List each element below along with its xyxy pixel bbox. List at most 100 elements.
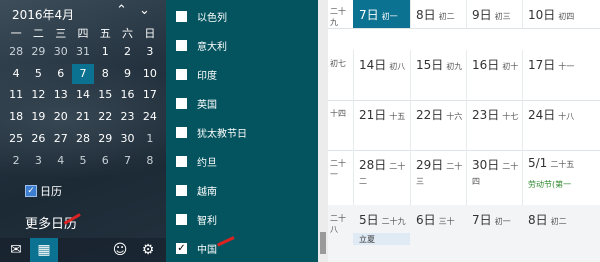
- day-cell[interactable]: 16: [116, 85, 138, 105]
- day-cell[interactable]: 1: [94, 42, 116, 62]
- scrollbar-track[interactable]: [318, 0, 328, 262]
- holiday-calendar-item[interactable]: 印度: [176, 65, 217, 83]
- checkbox-icon[interactable]: [176, 97, 187, 109]
- day-cell[interactable]: 3: [27, 151, 49, 171]
- day-cell-selected[interactable]: 7: [71, 63, 95, 84]
- day-cell[interactable]: 3: [139, 42, 161, 62]
- day-cell[interactable]: 7日 初一: [466, 205, 523, 262]
- day-cell[interactable]: 14日 初八: [353, 50, 411, 101]
- day-cell[interactable]: 21日 十五: [353, 100, 411, 151]
- day-cell[interactable]: 14: [72, 85, 94, 105]
- holiday-calendar-item[interactable]: ✓ 中国: [176, 239, 217, 257]
- mail-icon[interactable]: ✉: [2, 238, 30, 262]
- day-cell[interactable]: 24: [139, 107, 161, 127]
- day-cell[interactable]: 29: [27, 42, 49, 62]
- day-cell[interactable]: 十四: [328, 100, 354, 151]
- day-cell[interactable]: 9日 初三: [466, 0, 523, 29]
- holiday-event[interactable]: 立夏: [359, 234, 375, 245]
- holiday-calendar-item[interactable]: 越南: [176, 181, 217, 199]
- day-cell[interactable]: 2: [5, 151, 27, 171]
- holiday-calendar-item[interactable]: 犹太教节日: [176, 123, 247, 141]
- day-cell[interactable]: 13: [50, 85, 72, 105]
- day-cell[interactable]: 二十一: [328, 150, 354, 206]
- calendar-icon[interactable]: ▦: [30, 238, 58, 262]
- month-title[interactable]: 2016年4月: [12, 6, 74, 23]
- calendar-toggle[interactable]: ✓ 日历: [25, 183, 62, 199]
- day-cell[interactable]: 8日 初二: [522, 205, 600, 262]
- holiday-calendar-item[interactable]: 以色列: [176, 7, 227, 25]
- holiday-event[interactable]: 劳动节(第一: [528, 179, 571, 190]
- day-cell[interactable]: 6: [94, 151, 116, 171]
- day-cell[interactable]: 8: [94, 64, 116, 84]
- day-cell[interactable]: 26: [27, 129, 49, 149]
- day-cell[interactable]: 6: [50, 64, 72, 84]
- day-cell[interactable]: 17日 十一: [522, 50, 600, 101]
- day-cell[interactable]: 6日 三十: [410, 205, 467, 262]
- day-number: 十四: [330, 109, 346, 118]
- chevron-up-icon[interactable]: ⌃: [116, 3, 127, 18]
- more-calendars-link[interactable]: 更多日历: [25, 213, 77, 232]
- checkbox-icon[interactable]: [176, 39, 187, 51]
- day-cell[interactable]: 5: [27, 64, 49, 84]
- holiday-calendar-item[interactable]: 意大利: [176, 36, 227, 54]
- holiday-calendar-item[interactable]: 约旦: [176, 152, 217, 170]
- day-cell[interactable]: 5日 二十九 立夏: [353, 205, 411, 262]
- chevron-down-icon[interactable]: ⌄: [139, 3, 150, 18]
- day-cell[interactable]: 20: [50, 107, 72, 127]
- day-cell[interactable]: 25: [5, 129, 27, 149]
- holiday-calendar-item[interactable]: 英国: [176, 94, 217, 112]
- day-cell[interactable]: 19: [27, 107, 49, 127]
- day-cell[interactable]: 10日 初四: [522, 0, 600, 29]
- day-cell[interactable]: 二十八: [328, 205, 354, 262]
- day-cell[interactable]: 15日 初九: [410, 50, 467, 101]
- day-cell[interactable]: 8: [139, 151, 161, 171]
- day-cell[interactable]: 5/1 二十五 劳动节(第一: [522, 150, 600, 206]
- day-cell[interactable]: 29日 二十三: [410, 150, 467, 206]
- checkbox-icon[interactable]: [176, 68, 187, 80]
- day-cell[interactable]: 30日 二十四: [466, 150, 523, 206]
- day-cell[interactable]: 17: [139, 85, 161, 105]
- day-cell[interactable]: 10: [139, 64, 161, 84]
- day-cell[interactable]: 16日 初十: [466, 50, 523, 101]
- day-cell[interactable]: 28: [5, 42, 27, 62]
- day-cell[interactable]: 7日 初一: [353, 0, 411, 29]
- scrollbar-thumb[interactable]: [320, 232, 326, 254]
- day-cell[interactable]: 28: [72, 129, 94, 149]
- day-cell[interactable]: 11: [5, 85, 27, 105]
- day-cell[interactable]: 5: [72, 151, 94, 171]
- day-cell[interactable]: 9: [116, 64, 138, 84]
- checkbox-checked-icon[interactable]: ✓: [176, 242, 187, 254]
- checkbox-checked-icon[interactable]: ✓: [25, 185, 37, 197]
- checkbox-icon[interactable]: [176, 126, 187, 138]
- day-cell[interactable]: 23日 十七: [466, 100, 523, 151]
- day-cell[interactable]: 24日 十八: [522, 100, 600, 151]
- checkbox-icon[interactable]: [176, 10, 187, 22]
- day-cell[interactable]: 7: [116, 151, 138, 171]
- day-cell[interactable]: 30: [116, 129, 138, 149]
- day-cell[interactable]: 15: [94, 85, 116, 105]
- day-cell[interactable]: 28日 二十二: [353, 150, 411, 206]
- day-cell[interactable]: 22: [94, 107, 116, 127]
- day-cell[interactable]: 二十九: [328, 0, 354, 29]
- day-cell[interactable]: 12: [27, 85, 49, 105]
- holiday-calendar-item[interactable]: 智利: [176, 210, 217, 228]
- gear-icon[interactable]: ⚙: [134, 238, 162, 262]
- day-cell[interactable]: 23: [116, 107, 138, 127]
- checkbox-icon[interactable]: [176, 213, 187, 225]
- day-cell[interactable]: 初七: [328, 50, 354, 101]
- day-cell[interactable]: 18: [5, 107, 27, 127]
- day-cell[interactable]: 1: [139, 129, 161, 149]
- smiley-icon[interactable]: ☺: [106, 238, 134, 262]
- day-cell[interactable]: 29: [94, 129, 116, 149]
- day-cell[interactable]: 4: [50, 151, 72, 171]
- day-cell[interactable]: 8日 初二: [410, 0, 467, 29]
- day-cell[interactable]: 2: [116, 42, 138, 62]
- day-cell[interactable]: 4: [5, 64, 27, 84]
- checkbox-icon[interactable]: [176, 184, 187, 196]
- checkbox-icon[interactable]: [176, 155, 187, 167]
- day-cell[interactable]: 27: [50, 129, 72, 149]
- day-cell[interactable]: 21: [72, 107, 94, 127]
- day-cell[interactable]: 30: [50, 42, 72, 62]
- day-cell[interactable]: 31: [72, 42, 94, 62]
- day-cell[interactable]: 22日 十六: [410, 100, 467, 151]
